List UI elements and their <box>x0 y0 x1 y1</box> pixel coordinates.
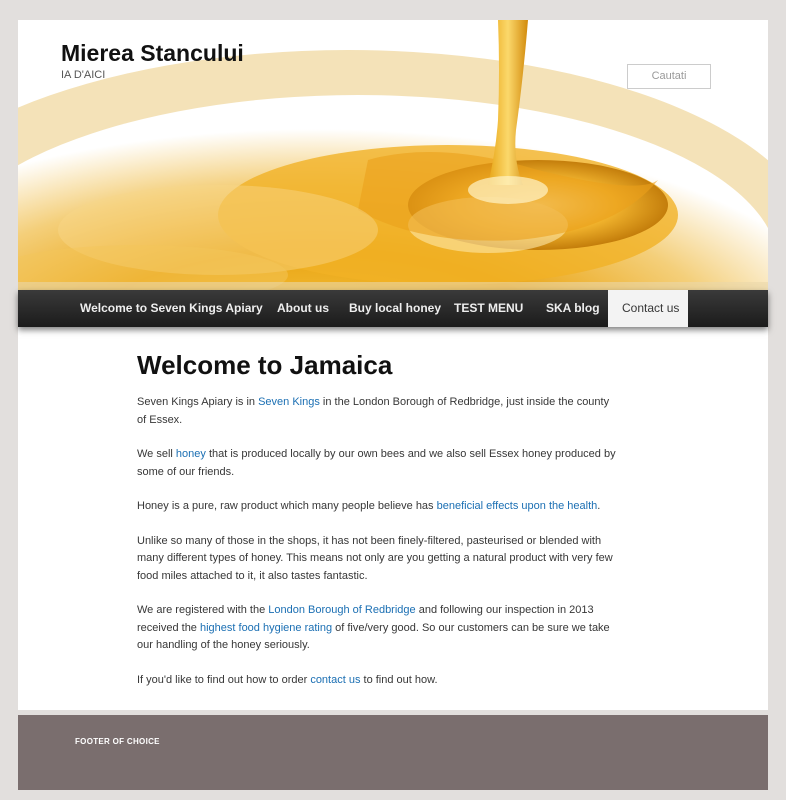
health-effects-link[interactable]: beneficial effects upon the health <box>437 500 598 512</box>
nav-item-about-us[interactable]: About us <box>277 290 329 327</box>
paragraph-text: We are registered with the <box>137 604 269 616</box>
main-navigation: Welcome to Seven Kings Apiary About us B… <box>18 290 768 327</box>
paragraph-text: to find out how. <box>360 673 438 686</box>
seven-kings-link[interactable]: Seven Kings <box>258 396 320 408</box>
site-title[interactable]: Mierea Stancului <box>61 40 244 67</box>
paragraph-order: If you'd like to find out how to order c… <box>137 672 617 690</box>
site-description: IA D'AICI <box>61 69 106 81</box>
paragraph-health: Honey is a pure, raw product which many … <box>137 498 617 516</box>
redbridge-link[interactable]: London Borough of Redbridge <box>268 604 415 616</box>
hygiene-rating-link[interactable]: highest food hygiene rating <box>200 622 332 634</box>
paragraph-honey: We sell honey that is produced locally b… <box>137 446 617 481</box>
site-footer: FOOTER OF CHOICE <box>18 715 768 790</box>
paragraph-unfiltered: Unlike so many of those in the shops, it… <box>137 534 613 582</box>
paragraph-registration: We are registered with the London Boroug… <box>137 602 617 655</box>
nav-item-ska-blog[interactable]: SKA blog <box>546 290 600 327</box>
header-image: Mierea Stancului IA D'AICI Cautati <box>18 20 768 290</box>
paragraph-location: Seven Kings Apiary is in Seven Kings in … <box>137 394 617 429</box>
search-input[interactable]: Cautati <box>627 64 711 89</box>
paragraph-text: that is produced locally by our own bees… <box>137 448 616 478</box>
paragraph-text: Seven Kings Apiary is in <box>137 396 259 408</box>
paragraph-text: We sell <box>137 448 176 460</box>
paragraph-text: . <box>597 500 601 512</box>
paragraph-text: Honey is a pure, raw product which many … <box>137 500 437 512</box>
nav-item-test-menu[interactable]: TEST MENU <box>454 290 523 327</box>
footer-text: FOOTER OF CHOICE <box>75 737 160 746</box>
nav-item-buy-local-honey[interactable]: Buy local honey <box>349 290 441 327</box>
main-content: Welcome to Jamaica Seven Kings Apiary is… <box>137 348 617 706</box>
page-title: Welcome to Jamaica <box>137 350 393 380</box>
nav-item-welcome[interactable]: Welcome to Seven Kings Apiary <box>80 290 263 327</box>
nav-item-contact-us[interactable]: Contact us <box>608 290 688 327</box>
paragraph-text: If you'd like to find out how to order <box>137 673 311 686</box>
contact-us-link[interactable]: contact us <box>310 674 360 686</box>
honey-link[interactable]: honey <box>176 448 206 460</box>
